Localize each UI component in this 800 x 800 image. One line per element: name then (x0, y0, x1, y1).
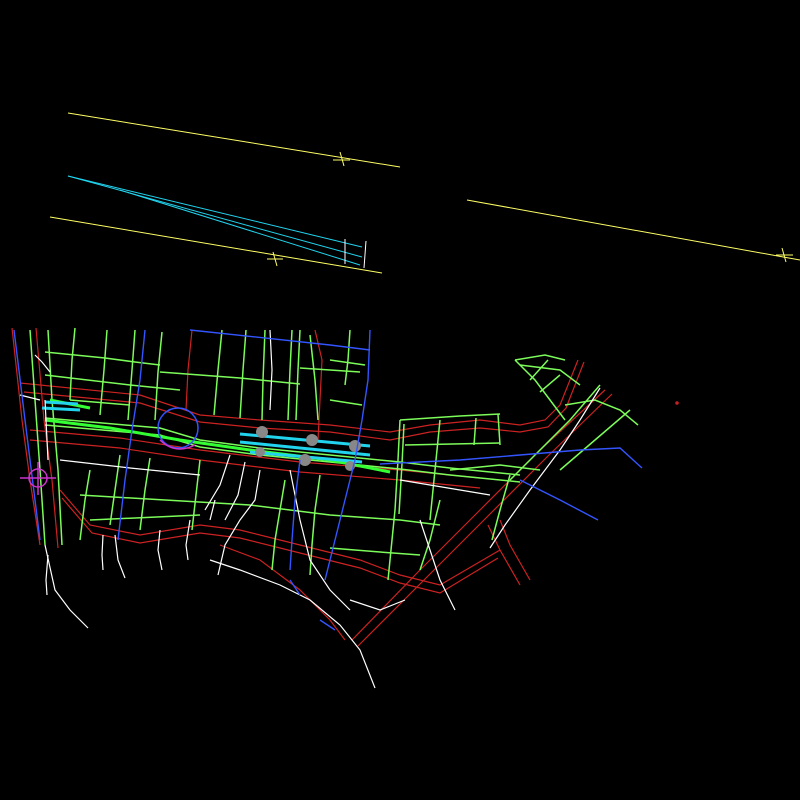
yellow-profile-line (49, 216, 383, 274)
plaza-circle (157, 407, 199, 449)
green-road-edge (329, 399, 363, 406)
profile-detail-group (49, 112, 800, 274)
green-road-edge (509, 384, 601, 481)
green-road-edge (261, 329, 266, 421)
green-road-edge (154, 331, 163, 421)
blue-street (519, 479, 599, 521)
rail-stub (41, 406, 81, 412)
white-road-edge (209, 559, 376, 689)
white-road-edge (185, 519, 191, 561)
yellow-tick (339, 151, 345, 167)
green-road-edge (529, 359, 549, 381)
blue-street (189, 329, 371, 351)
green-road-edge (287, 329, 293, 421)
station-node (255, 447, 265, 457)
green-road-edge (79, 494, 441, 526)
green-road-edge (271, 479, 286, 571)
green-road-edge (404, 442, 501, 446)
marker-layer (20, 401, 679, 495)
red-road-edge (499, 519, 531, 581)
green-road-edge (299, 367, 361, 373)
white-road-edge (45, 554, 49, 596)
green-road-edge (213, 329, 223, 416)
rail-stub (44, 400, 79, 406)
cad-drawing-canvas[interactable] (0, 0, 800, 800)
green-road-edge (69, 327, 76, 401)
green-road-edge (309, 334, 319, 421)
cad-drawing (11, 112, 800, 689)
blue-street (13, 329, 41, 541)
green-road-edge (514, 354, 566, 361)
station-node (299, 454, 311, 466)
yellow-profile-line (466, 199, 800, 261)
white-road-edge (157, 529, 163, 571)
red-road-edge (351, 389, 606, 641)
white-road-edge (101, 534, 104, 571)
station-node (256, 426, 268, 438)
green-road-edge (159, 371, 301, 385)
green-road-edge (497, 413, 501, 446)
green-road-edge (191, 459, 201, 531)
white-road-edge (34, 354, 51, 373)
white-road-edge (349, 599, 406, 611)
green-road-edge (473, 417, 477, 446)
green-road-edge (449, 464, 541, 471)
white-road-layer (19, 329, 601, 689)
white-road-edge (489, 387, 601, 549)
white-road-edge (269, 329, 273, 411)
station-node (306, 434, 318, 446)
red-dot (675, 401, 679, 405)
green-road-edge (89, 514, 201, 521)
red-road-edge (11, 327, 41, 546)
green-road-edge (344, 329, 351, 386)
green-road-edge (309, 474, 321, 576)
green-road-edge (387, 419, 401, 581)
green-road-edge (539, 374, 561, 393)
blue-street-layer (13, 329, 643, 631)
green-road-edge (127, 329, 136, 421)
white-road-edge (217, 469, 261, 576)
red-road-edge (185, 329, 193, 411)
green-road-edge (295, 329, 301, 421)
white-tick (363, 240, 367, 269)
station-node (349, 440, 361, 452)
white-road-edge (44, 544, 89, 629)
white-road-edge (114, 534, 126, 579)
green-road-edge (399, 413, 501, 421)
cyan-track-line (119, 189, 361, 266)
white-road-edge (59, 459, 201, 476)
yellow-profile-line (67, 112, 401, 168)
blue-street (319, 619, 336, 631)
green-road-edge (329, 547, 421, 556)
white-road-edge (224, 461, 246, 521)
cyan-track-line (67, 175, 363, 248)
red-boundary-layer (11, 327, 613, 647)
green-road-edge (239, 329, 247, 419)
